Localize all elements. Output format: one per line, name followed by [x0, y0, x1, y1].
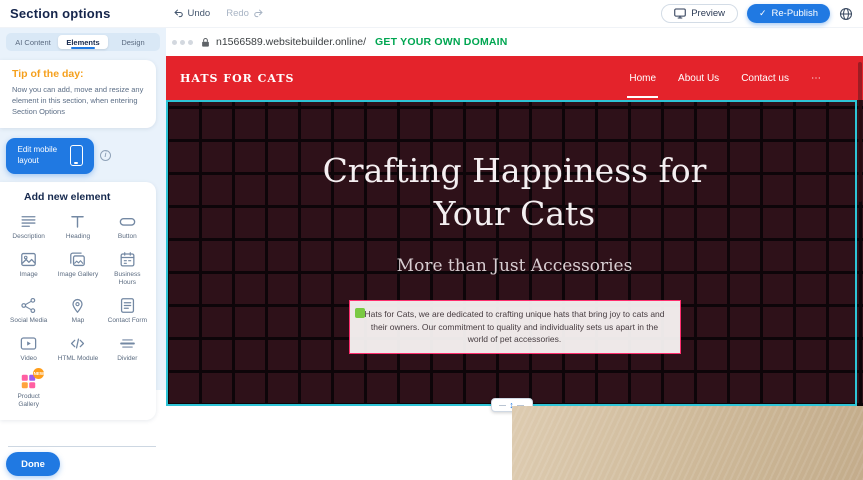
nav-more-icon[interactable]: ⋯ [809, 59, 823, 98]
globe-icon[interactable] [839, 7, 853, 21]
hero-section[interactable]: Crafting Happiness for Your Cats More th… [166, 100, 863, 406]
topbar-actions: Preview ✓ Re-Publish [661, 4, 853, 23]
contact-form-icon [118, 296, 137, 315]
element-image-gallery[interactable]: Image Gallery [53, 250, 102, 287]
next-section [166, 406, 863, 480]
site-logo[interactable]: HATS FOR CATS [180, 72, 294, 85]
element-social-media[interactable]: Social Media [4, 296, 53, 325]
add-element-title: Add new element [24, 191, 152, 203]
hero-text-box[interactable]: Hats for Cats, we are dedicated to craft… [349, 300, 681, 354]
browser-bar: n1566589.websitebuilder.online/ GET YOUR… [166, 28, 863, 56]
get-domain-link[interactable]: GET YOUR OWN DOMAIN [375, 36, 508, 48]
element-description[interactable]: Description [4, 212, 53, 241]
button-icon [118, 212, 137, 231]
hero-paragraph: Hats for Cats, we are dedicated to craft… [364, 309, 664, 345]
phone-icon [70, 145, 83, 166]
check-icon: ✓ [759, 8, 767, 19]
element-image[interactable]: Image [4, 250, 53, 287]
divider-icon [118, 334, 137, 353]
new-badge: NEW [33, 368, 44, 379]
edit-mobile-label: Edit mobile layout [18, 145, 62, 166]
website-canvas: HATS FOR CATS Home About Us Contact us ⋯… [166, 56, 863, 480]
section-selection-outline: ↕ [166, 100, 857, 406]
social-media-icon [19, 296, 38, 315]
lock-icon [201, 37, 210, 48]
undo-icon [173, 8, 184, 19]
app-window: Section options Undo Redo Preview [0, 0, 863, 480]
element-video[interactable]: Video [4, 334, 53, 363]
tab-elements[interactable]: Elements [58, 35, 108, 49]
element-html-module[interactable]: HTML Module [53, 334, 102, 363]
redo-label: Redo [226, 8, 249, 19]
address-url[interactable]: n1566589.websitebuilder.online/ [216, 36, 366, 48]
page-title: Section options [10, 6, 111, 21]
hero-subheading[interactable]: More than Just Accessories [397, 256, 633, 276]
site-header[interactable]: HATS FOR CATS Home About Us Contact us ⋯ [166, 56, 863, 100]
element-contact-form[interactable]: Contact Form [103, 296, 152, 325]
site-preview: n1566589.websitebuilder.online/ GET YOUR… [166, 28, 863, 480]
map-pin-icon [68, 296, 87, 315]
undo-label: Undo [188, 8, 211, 19]
video-icon [19, 334, 38, 353]
tab-ai-content[interactable]: AI Content [8, 35, 58, 49]
element-business-hours[interactable]: Business Hours [103, 250, 152, 287]
element-divider[interactable]: Divider [103, 334, 152, 363]
element-map[interactable]: Map [53, 296, 102, 325]
republish-label: Re-Publish [772, 8, 818, 19]
handle-dash [499, 405, 506, 406]
tab-design[interactable]: Design [108, 35, 158, 49]
sidebar-divider [8, 446, 156, 447]
done-button[interactable]: Done [6, 452, 60, 476]
heading-icon [68, 212, 87, 231]
image-icon [19, 250, 38, 269]
element-heading[interactable]: Heading [53, 212, 102, 241]
window-dots-icon [172, 40, 193, 45]
tip-title: Tip of the day: [12, 68, 146, 80]
redo-icon [253, 8, 264, 19]
hero-heading[interactable]: Crafting Happiness for Your Cats [300, 150, 730, 236]
element-product-gallery[interactable]: NEW Product Gallery [4, 372, 53, 409]
tip-body: Now you can add, move and resize any ele… [12, 85, 146, 118]
element-grid: Description Heading Button Image [4, 212, 152, 410]
nav-about-us[interactable]: About Us [676, 59, 721, 98]
next-section-image[interactable] [512, 406, 863, 480]
element-marker-icon [355, 308, 365, 318]
redo-button[interactable]: Redo [226, 8, 264, 19]
element-button[interactable]: Button [103, 212, 152, 241]
preview-button[interactable]: Preview [661, 4, 738, 23]
business-hours-icon [118, 250, 137, 269]
undo-button[interactable]: Undo [173, 8, 211, 19]
republish-button[interactable]: ✓ Re-Publish [747, 4, 830, 23]
description-icon [19, 212, 38, 231]
next-section-blank [166, 406, 512, 480]
add-element-panel: Add new element Description Heading Butt… [0, 182, 156, 420]
nav-home[interactable]: Home [627, 59, 658, 98]
site-nav: Home About Us Contact us ⋯ [627, 59, 823, 98]
scrollbar[interactable] [858, 62, 862, 202]
image-gallery-icon [68, 250, 87, 269]
edit-mobile-layout-button[interactable]: Edit mobile layout [6, 138, 94, 174]
monitor-icon [674, 8, 686, 19]
sidebar: AI Content Elements Design Tip of the da… [0, 28, 166, 480]
preview-label: Preview [691, 8, 725, 19]
tip-card: Tip of the day: Now you can add, move an… [0, 60, 156, 128]
sidebar-tabs: AI Content Elements Design [6, 33, 160, 51]
code-icon [68, 334, 87, 353]
mobile-layout-row: Edit mobile layout i [0, 138, 166, 174]
nav-contact-us[interactable]: Contact us [739, 59, 791, 98]
info-icon[interactable]: i [100, 150, 111, 161]
history-controls: Undo Redo [173, 8, 264, 19]
topbar: Section options Undo Redo Preview [0, 0, 863, 28]
